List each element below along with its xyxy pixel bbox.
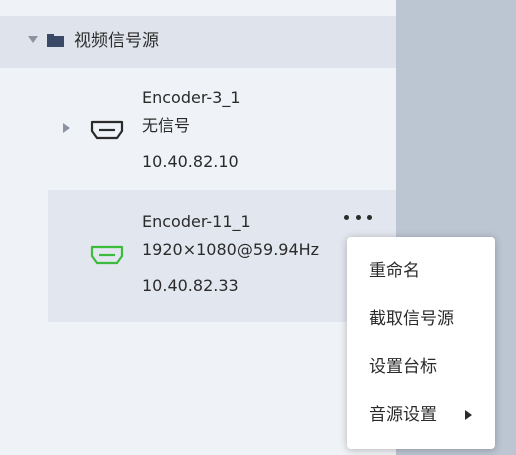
caret-down-icon[interactable] [28, 36, 38, 43]
group-title: 视频信号源 [74, 31, 159, 51]
source-signal-status: 1920×1080@59.94Hz [142, 240, 320, 259]
more-dots-icon[interactable] [341, 207, 375, 227]
source-item[interactable]: Encoder-3_1 无信号 10.40.82.10 [48, 68, 396, 190]
menu-item-audio-settings[interactable]: 音源设置 [369, 403, 437, 427]
caret-right-icon[interactable] [63, 123, 70, 133]
source-item-selected[interactable]: Encoder-11_1 1920×1080@59.94Hz 10.40.82.… [48, 190, 396, 322]
source-ip: 10.40.82.33 [142, 276, 239, 295]
source-ip: 10.40.82.10 [142, 152, 239, 171]
menu-item-set-logo[interactable]: 设置台标 [369, 355, 437, 379]
source-name: Encoder-11_1 [142, 212, 251, 231]
source-signal-status: 无信号 [142, 116, 191, 135]
hdmi-port-icon [90, 120, 124, 140]
source-name: Encoder-3_1 [142, 88, 241, 107]
menu-item-rename[interactable]: 重命名 [369, 259, 420, 283]
context-menu: 重命名 截取信号源 设置台标 音源设置 [347, 237, 495, 449]
menu-item-capture-source[interactable]: 截取信号源 [369, 307, 454, 331]
folder-icon [47, 34, 64, 47]
caret-right-icon [465, 410, 472, 420]
hdmi-port-icon [90, 245, 124, 265]
